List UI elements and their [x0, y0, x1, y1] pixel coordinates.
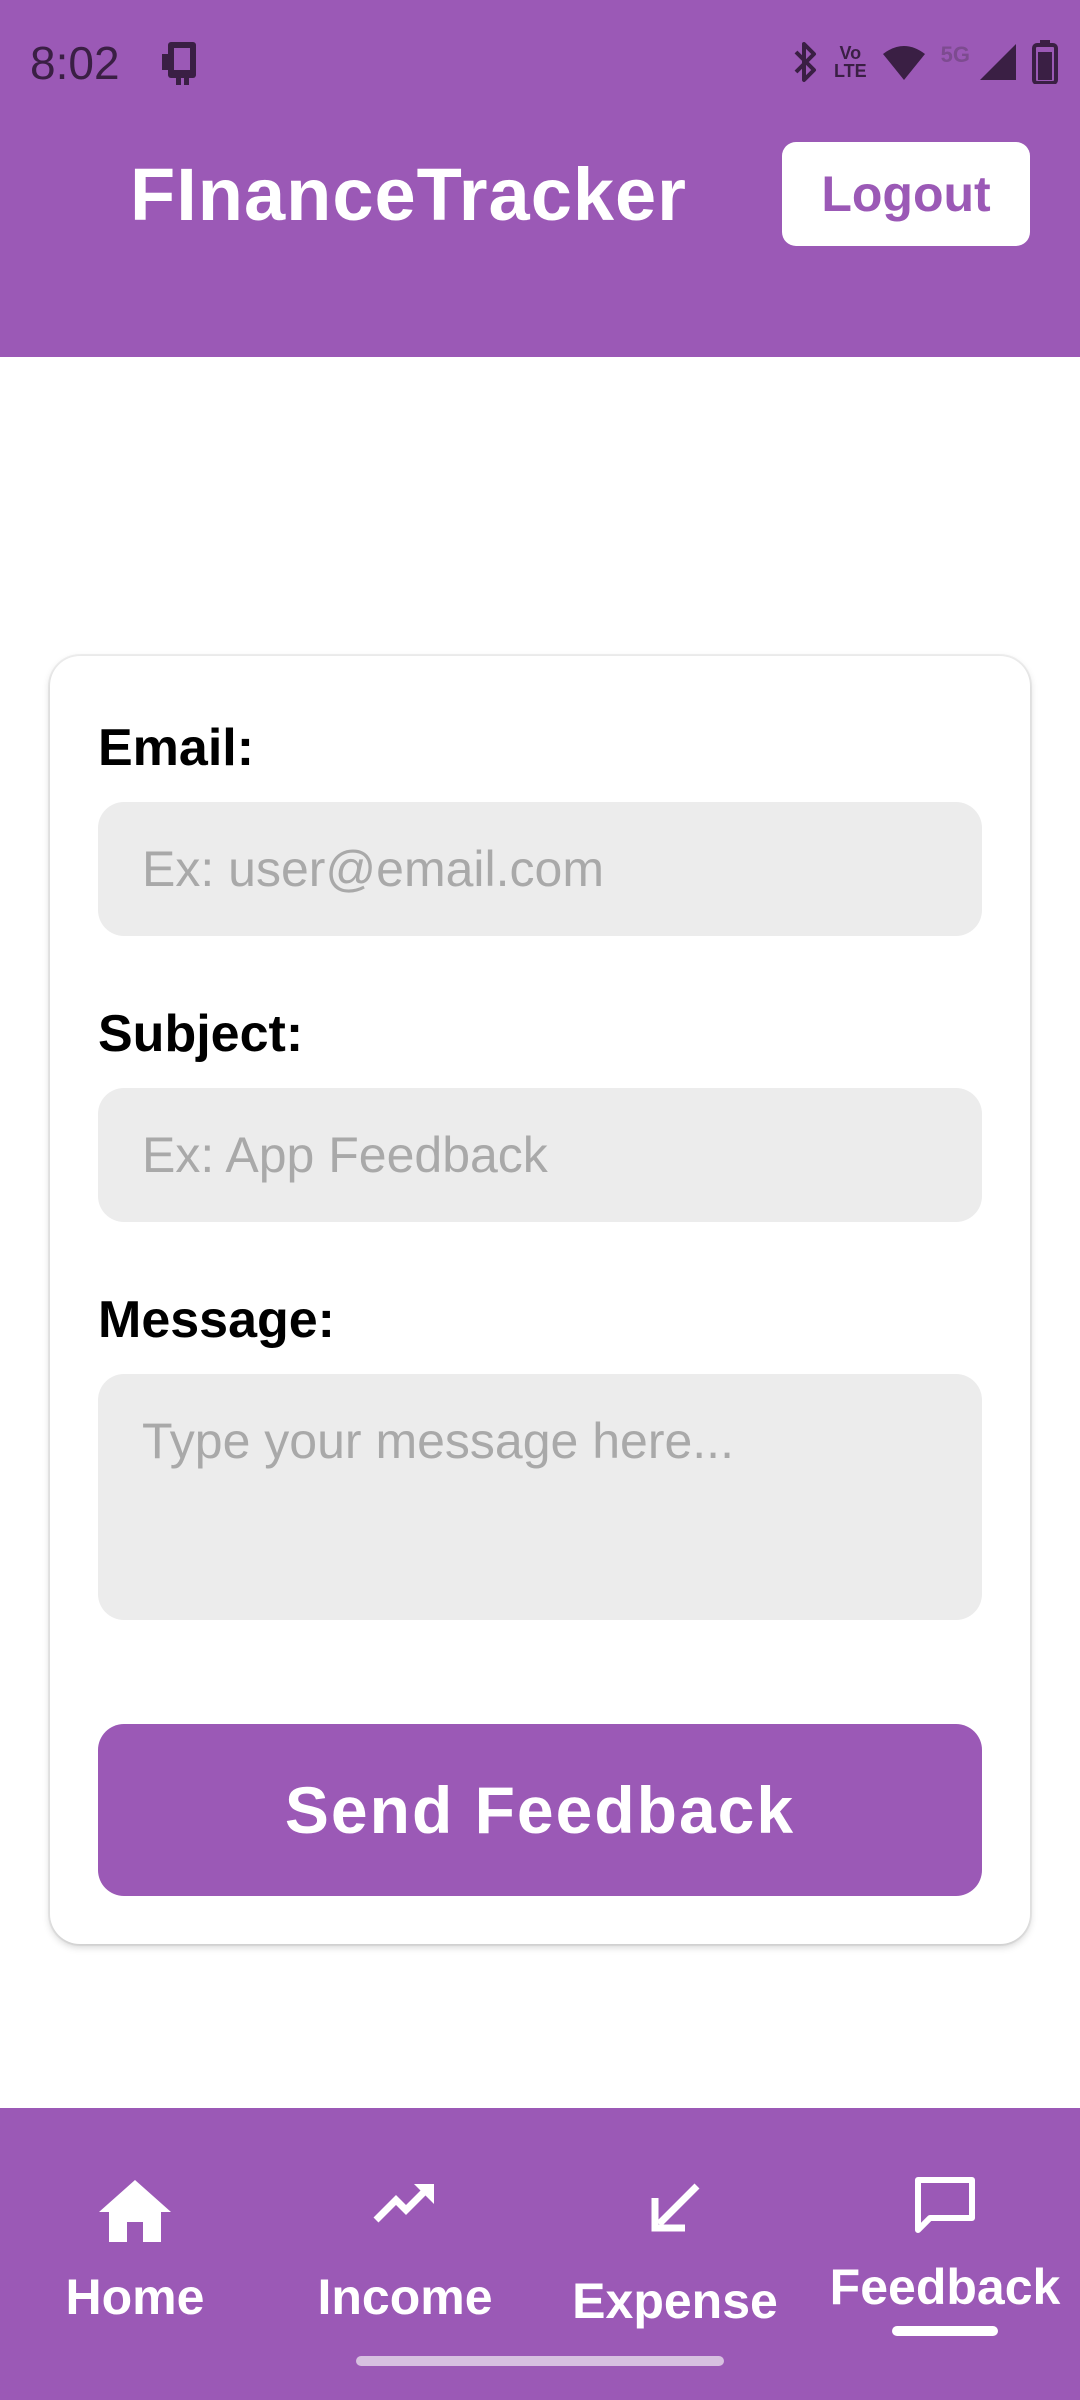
- email-label: Email:: [98, 719, 255, 777]
- nav-label-income: Income: [317, 2269, 493, 2325]
- status-bar: 8:02 Vo LTE 5G: [0, 0, 1080, 125]
- message-label: Message:: [98, 1291, 335, 1349]
- trending-up-icon: [372, 2178, 438, 2233]
- system-icons: Vo LTE 5G: [790, 38, 1058, 86]
- message-textarea[interactable]: [98, 1374, 982, 1620]
- app-header: 8:02 Vo LTE 5G FInanceTracker Logout: [0, 0, 1080, 357]
- nav-label-home: Home: [65, 2269, 205, 2325]
- signal-icon: [978, 42, 1018, 82]
- active-tab-indicator: [892, 2326, 998, 2336]
- home-icon: [95, 2178, 175, 2249]
- arrow-down-left-icon: [645, 2178, 705, 2243]
- bluetooth-icon: [790, 40, 820, 84]
- logout-button[interactable]: Logout: [782, 142, 1030, 246]
- email-input[interactable]: [98, 802, 982, 936]
- sim-card-icon: [160, 40, 204, 86]
- nav-label-expense: Expense: [572, 2273, 778, 2329]
- volte-bottom-text: LTE: [833, 61, 867, 81]
- gesture-navigation-bar[interactable]: [356, 2356, 724, 2366]
- wifi-icon: [881, 42, 927, 82]
- volte-icon: Vo LTE: [834, 44, 867, 80]
- send-feedback-button[interactable]: Send Feedback: [98, 1724, 982, 1896]
- app-title: FInanceTracker: [130, 153, 687, 236]
- chat-bubble-icon: [912, 2174, 978, 2241]
- feedback-form-card: Email: Subject: Message: Send Feedback: [50, 656, 1030, 1944]
- nav-item-home[interactable]: Home: [0, 2108, 270, 2400]
- network-type-label: 5G: [940, 42, 970, 67]
- subject-label: Subject:: [98, 1005, 304, 1063]
- subject-input[interactable]: [98, 1088, 982, 1222]
- nav-label-feedback: Feedback: [829, 2259, 1061, 2315]
- volte-top-text: Vo: [839, 43, 862, 63]
- battery-icon: [1032, 40, 1058, 84]
- status-time: 8:02: [30, 37, 120, 89]
- nav-item-feedback[interactable]: Feedback: [810, 2108, 1080, 2400]
